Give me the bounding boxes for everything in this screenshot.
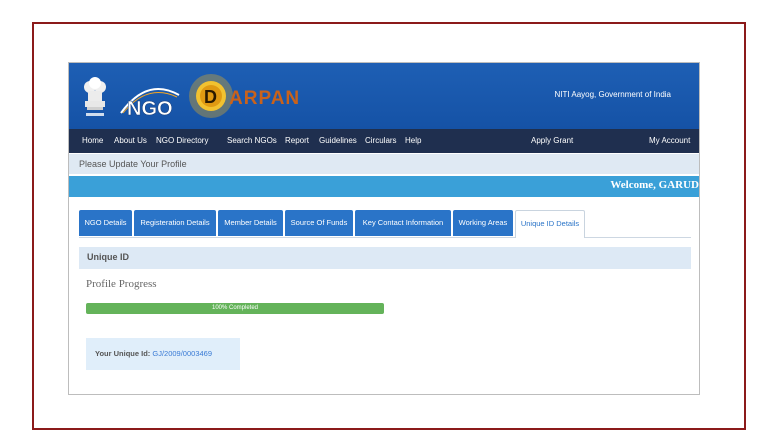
darpan-logo-text: ARPAN — [229, 88, 300, 109]
darpan-logo-letter: D — [204, 87, 217, 107]
tab-working-areas[interactable]: Working Areas — [453, 210, 513, 236]
unique-id-label: Your Unique Id: GJ/2009/0003469 — [95, 349, 212, 358]
site-header: NGO D ARPAN NITI Aayog, Government of In… — [69, 63, 699, 129]
nav-home[interactable]: Home — [82, 136, 103, 145]
darpan-logo[interactable]: D ARPAN — [187, 71, 327, 121]
darpan-page: NGO D ARPAN NITI Aayog, Government of In… — [68, 62, 700, 395]
state-emblem-icon — [84, 77, 106, 116]
profile-progress-title: Profile Progress — [86, 278, 157, 290]
profile-notice-text: Please Update Your Profile — [79, 159, 187, 169]
ngo-logo[interactable]: NGO — [117, 83, 183, 119]
tab-ngo-details[interactable]: NGO Details — [79, 210, 132, 236]
main-nav: Home About Us NGO Directory Search NGOs … — [69, 129, 699, 153]
unique-id-value: GJ/2009/0003469 — [152, 349, 213, 358]
ngo-logo-text: NGO — [127, 98, 173, 119]
nav-search-ngos[interactable]: Search NGOs — [227, 136, 277, 145]
profile-progress-bar: 100% Completed — [86, 303, 384, 314]
tab-unique-id-details[interactable]: Unique ID Details — [515, 210, 585, 238]
nav-guidelines[interactable]: Guidelines — [319, 136, 357, 145]
unique-id-section-header: Unique ID — [79, 247, 691, 269]
tab-key-contact-information[interactable]: Key Contact Information — [355, 210, 451, 236]
welcome-bar: Welcome, GARUD — [69, 176, 699, 197]
nav-about-us[interactable]: About Us — [114, 136, 147, 145]
nav-apply-grant[interactable]: Apply Grant — [531, 136, 573, 145]
tab-source-of-funds[interactable]: Source Of Funds — [285, 210, 353, 236]
tab-member-details[interactable]: Member Details — [218, 210, 283, 236]
niti-aayog-label: NITI Aayog, Government of India — [554, 90, 671, 99]
progress-text: 100% Completed — [211, 305, 259, 311]
profile-tabs: NGO Details Registeration Details Member… — [79, 210, 691, 238]
nav-help[interactable]: Help — [405, 136, 421, 145]
unique-id-box: Your Unique Id: GJ/2009/0003469 — [86, 338, 240, 370]
nav-my-account[interactable]: My Account — [649, 136, 690, 145]
unique-id-label-text: Your Unique Id: — [95, 349, 151, 358]
nav-circulars[interactable]: Circulars — [365, 136, 397, 145]
tab-registeration-details[interactable]: Registeration Details — [134, 210, 216, 236]
welcome-text: Welcome, GARUD — [610, 179, 699, 191]
nav-report[interactable]: Report — [285, 136, 309, 145]
section-title: Unique ID — [87, 252, 129, 262]
profile-notice-bar: Please Update Your Profile — [69, 154, 699, 174]
nav-ngo-directory[interactable]: NGO Directory — [156, 136, 208, 145]
